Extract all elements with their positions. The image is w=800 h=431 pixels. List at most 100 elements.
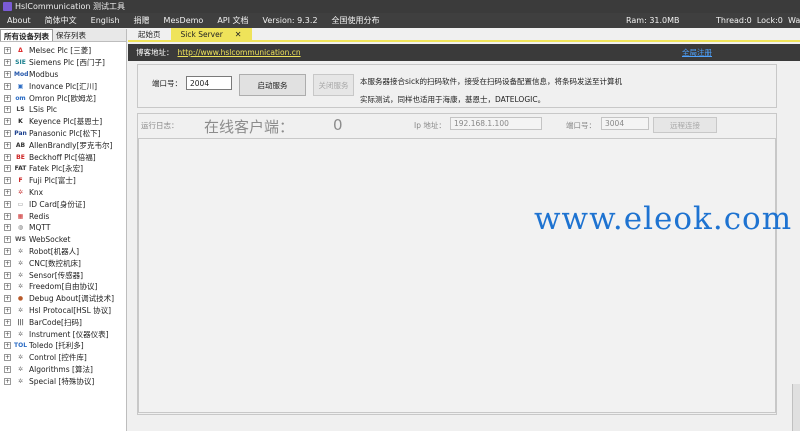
title-bar: HslCommunication 测试工具 [0, 0, 800, 13]
expand-icon[interactable]: + [4, 377, 11, 385]
tree-item-label: Inovance Plc[汇川] [29, 81, 98, 91]
tab-home[interactable]: 起始页 [128, 28, 171, 40]
tree-item[interactable]: + om Omron Plc[欧姆龙] [0, 92, 126, 104]
device-icon: WS [15, 236, 26, 244]
online-clients-label: 在线客户端： [204, 118, 295, 136]
port-input[interactable]: 2004 [186, 76, 232, 90]
expand-icon[interactable]: + [4, 330, 11, 338]
expand-icon[interactable]: + [4, 188, 11, 196]
expand-icon[interactable]: + [4, 259, 11, 267]
device-icon: LS [16, 106, 25, 114]
expand-icon[interactable]: + [4, 224, 11, 232]
tree-item[interactable]: + ✲ Instrument [仪器仪表] [0, 328, 126, 340]
device-icon: Mod [14, 70, 29, 78]
tree-item[interactable]: + ▦ Redis [0, 210, 126, 222]
tree-item[interactable]: + BE Beckhoff Plc[倍福] [0, 151, 126, 163]
start-service-button[interactable]: 启动服务 [239, 74, 306, 96]
expand-icon[interactable]: + [4, 236, 11, 244]
tree-item[interactable]: + ✲ Knx [0, 187, 126, 199]
tab-sick-server-label: Sick Server [180, 29, 223, 39]
tree-item[interactable]: + Δ Melsec Plc [三菱] [0, 45, 126, 57]
tree-item[interactable]: + ✲ Freedom[自由协议] [0, 281, 126, 293]
tree-item[interactable]: + K Keyence Plc[基恩士] [0, 116, 126, 128]
menu-mesdemo[interactable]: MesDemo [157, 16, 211, 25]
tree-item[interactable]: + LS LSis Plc [0, 104, 126, 116]
tree-item[interactable]: + Mod Modbus [0, 69, 126, 81]
tree-item[interactable]: + ✲ Special [特殊协议] [0, 375, 126, 387]
close-icon[interactable]: ✕ [235, 30, 242, 39]
tree-item[interactable]: + ||| BarCode[扫码] [0, 316, 126, 328]
menu-english[interactable]: English [84, 16, 127, 25]
menu-about[interactable]: About [0, 16, 38, 25]
remote-port-input[interactable]: 3004 [601, 117, 649, 130]
expand-icon[interactable]: + [4, 212, 11, 220]
tree-item-label: Control [控件库] [29, 353, 87, 363]
tree-item[interactable]: + ✲ Algorithms [算法] [0, 364, 126, 376]
expand-icon[interactable]: + [4, 342, 11, 350]
tree-item-label: Hsl Protocal[HSL 协议] [29, 305, 112, 315]
expand-icon[interactable]: + [4, 365, 11, 373]
remote-connect-button[interactable]: 远程连接 [653, 117, 717, 133]
tree-item[interactable]: + ▣ Inovance Plc[汇川] [0, 80, 126, 92]
blog-link[interactable]: http://www.hslcommunication.cn [178, 48, 301, 57]
expand-icon[interactable]: + [4, 70, 11, 78]
device-icon: ▦ [17, 212, 24, 220]
expand-icon[interactable]: + [4, 141, 11, 149]
expand-icon[interactable]: + [4, 271, 11, 279]
tree-item-label: Beckhoff Plc[倍福] [29, 152, 96, 162]
expand-icon[interactable]: + [4, 129, 11, 137]
expand-icon[interactable]: + [4, 153, 11, 161]
expand-icon[interactable]: + [4, 200, 11, 208]
expand-icon[interactable]: + [4, 283, 11, 291]
document-tabs: 起始页 Sick Server ✕ [128, 28, 800, 42]
tree-item[interactable]: + Pan Panasonic Plc[松下] [0, 128, 126, 140]
expand-icon[interactable]: + [4, 118, 11, 126]
tree-item[interactable]: + ● Debug About[调试技术] [0, 293, 126, 305]
device-icon: ◍ [17, 224, 24, 232]
tree-item[interactable]: + ◍ MQTT [0, 222, 126, 234]
expand-icon[interactable]: + [4, 82, 11, 90]
tree-item-label: Siemens Plc [西门子] [29, 58, 105, 68]
global-register-link[interactable]: 全局注册 [682, 47, 712, 58]
tree-item[interactable]: + SIE Siemens Plc [西门子] [0, 57, 126, 69]
expand-icon[interactable]: + [4, 318, 11, 326]
tree-item[interactable]: + ✲ Sensor[传感器] [0, 269, 126, 281]
tree-item[interactable]: + FAT Fatek Plc[永宏] [0, 163, 126, 175]
tree-item[interactable]: + AB AllenBrandly[罗克韦尔] [0, 139, 126, 151]
tree-item[interactable]: + ✲ Control [控件库] [0, 352, 126, 364]
tree-item[interactable]: + ✲ Hsl Protocal[HSL 协议] [0, 305, 126, 317]
expand-icon[interactable]: + [4, 94, 11, 102]
ram-readout: Ram: 31.0MB [626, 16, 680, 25]
tree-item[interactable]: + F Fuji Plc[富士] [0, 175, 126, 187]
expand-icon[interactable]: + [4, 106, 11, 114]
expand-icon[interactable]: + [4, 47, 11, 55]
tree-item[interactable]: + ▭ ID Card[身份证] [0, 198, 126, 210]
tree-item-label: Fatek Plc[永宏] [29, 164, 84, 174]
close-service-button[interactable]: 关闭服务 [313, 74, 354, 96]
log-output[interactable] [138, 138, 776, 413]
ip-input[interactable]: 192.168.1.100 [450, 117, 542, 130]
tree-item[interactable]: + ✲ Robot[机器人] [0, 246, 126, 258]
scrollbar[interactable] [792, 384, 800, 431]
tab-sick-server[interactable]: Sick Server ✕ [170, 28, 252, 40]
tree-item[interactable]: + TOL Toledo [托利多] [0, 340, 126, 352]
expand-icon[interactable]: + [4, 247, 11, 255]
menu-version[interactable]: Version: 9.3.2 [256, 16, 325, 25]
expand-icon[interactable]: + [4, 295, 11, 303]
expand-icon[interactable]: + [4, 306, 11, 314]
expand-icon[interactable]: + [4, 354, 11, 362]
menu-usage-map[interactable]: 全国使用分布 [325, 15, 387, 26]
expand-icon[interactable]: + [4, 177, 11, 185]
device-icon: ✲ [17, 365, 24, 373]
expand-icon[interactable]: + [4, 165, 11, 173]
tree-item-label: WebSocket [29, 235, 71, 245]
expand-icon[interactable]: + [4, 59, 11, 67]
menu-donate[interactable]: 捐赠 [127, 15, 157, 26]
tab-all-devices[interactable]: 所有设备列表 [0, 29, 53, 41]
tree-item[interactable]: + ✲ CNC[数控机床] [0, 257, 126, 269]
tree-item[interactable]: + WS WebSocket [0, 234, 126, 246]
menu-simplified-chinese[interactable]: 简体中文 [38, 15, 84, 26]
tab-saved-list[interactable]: 保存列表 [53, 29, 89, 41]
menu-api-docs[interactable]: API 文档 [210, 15, 255, 26]
device-icon: ▭ [17, 200, 24, 208]
